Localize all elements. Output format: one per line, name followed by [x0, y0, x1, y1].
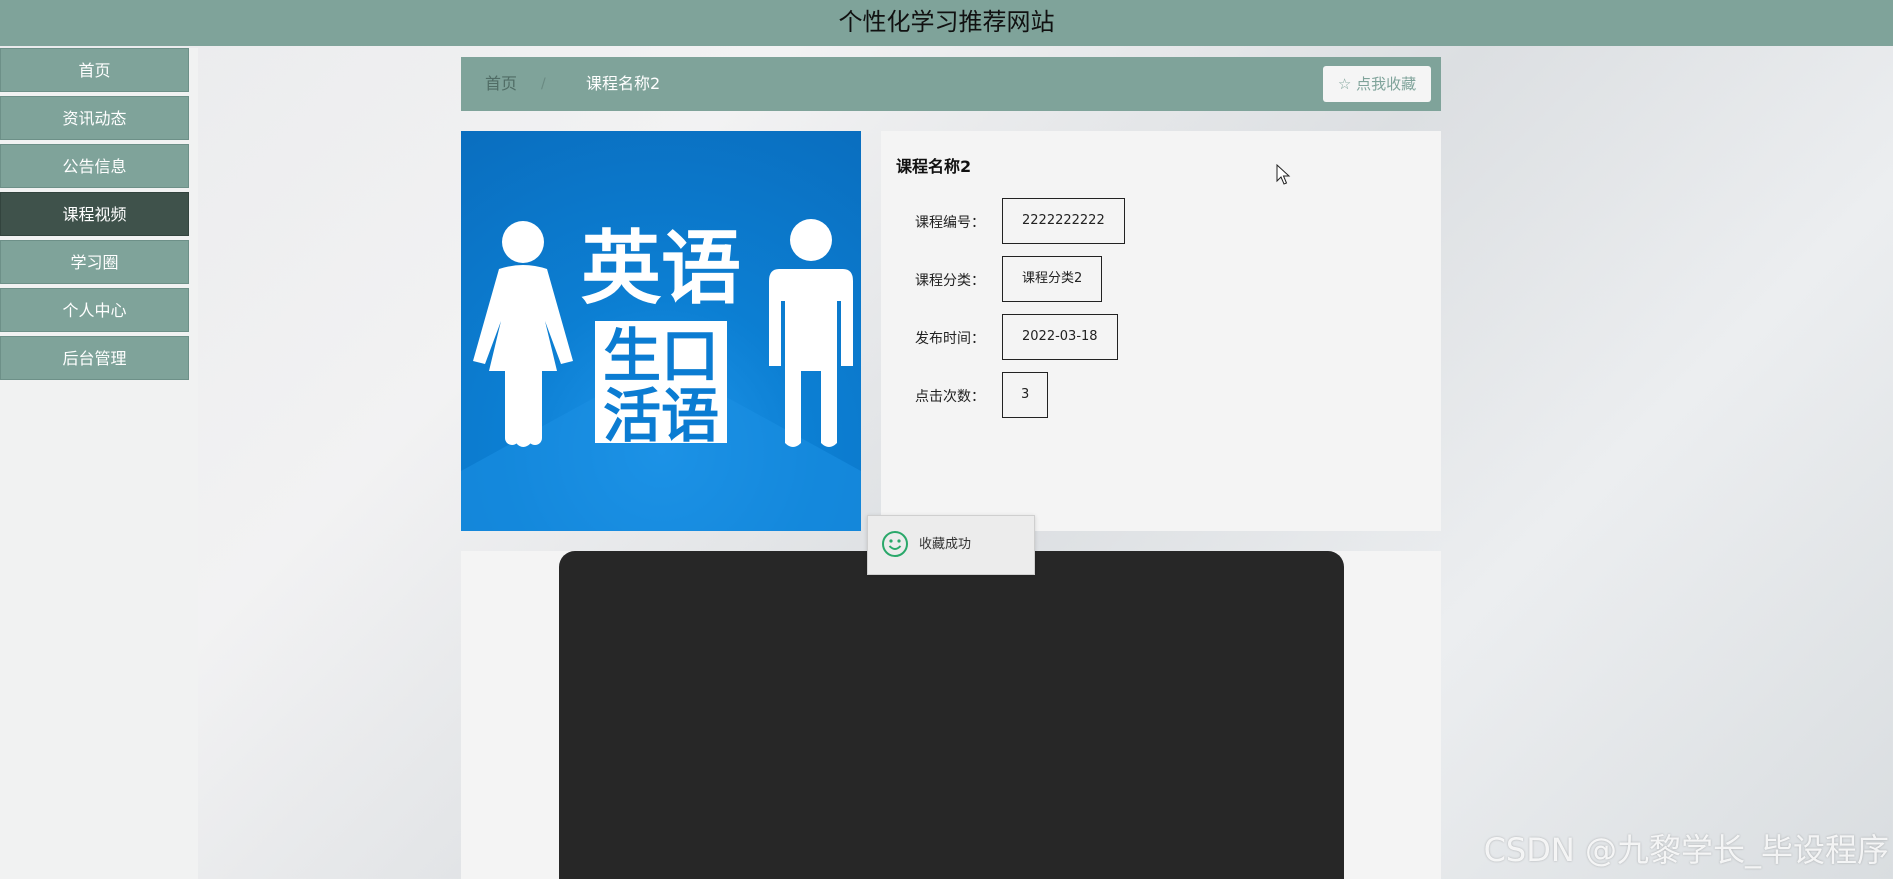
course-cover-image: 英语 生口 活语: [461, 131, 861, 531]
sidebar-item-home[interactable]: 首页: [0, 48, 189, 92]
favorite-button-label: 点我收藏: [1356, 75, 1417, 93]
man-figure: [769, 219, 853, 447]
watermark: CSDN @九黎学长_毕设程序: [1483, 831, 1889, 869]
video-player[interactable]: [559, 551, 1344, 879]
click-count-value: 3: [1002, 372, 1049, 418]
course-info-panel: 课程名称2 课程编号： 2222222222 课程分类： 课程分类2 发布时间：…: [881, 131, 1441, 531]
mouse-cursor-icon: [1276, 164, 1291, 185]
publish-date-value: 2022-03-18: [1002, 314, 1118, 360]
sidebar-item-notices[interactable]: 公告信息: [0, 144, 189, 188]
click-count-label: 点击次数：: [915, 389, 985, 405]
breadcrumb-current: 课程名称2: [586, 74, 661, 93]
course-number-label: 课程编号：: [915, 215, 985, 231]
sidebar-item-admin[interactable]: 后台管理: [0, 336, 189, 380]
sidebar-item-personal-center[interactable]: 个人中心: [0, 288, 189, 332]
smile-icon: [882, 531, 908, 557]
breadcrumb-separator: /: [541, 76, 546, 92]
cover-text-top: 英语: [581, 222, 741, 315]
site-title: 个性化学习推荐网站: [838, 8, 1055, 36]
video-section: [461, 551, 1441, 879]
sidebar-item-study-circle[interactable]: 学习圈: [0, 240, 189, 284]
woman-figure: [473, 221, 573, 447]
sidebar: 首页 资讯动态 公告信息 课程视频 学习圈 个人中心 后台管理: [0, 48, 198, 879]
course-title: 课程名称2: [896, 157, 972, 176]
course-category-value: 课程分类2: [1002, 256, 1103, 302]
star-outline-icon: ☆: [1337, 75, 1352, 93]
course-category-label: 课程分类：: [915, 273, 985, 289]
publish-date-label: 发布时间：: [915, 331, 985, 347]
cover-text-middle: 生口: [603, 322, 719, 390]
course-number-value: 2222222222: [1002, 198, 1125, 244]
favorite-button[interactable]: ☆ 点我收藏: [1323, 66, 1431, 102]
cover-text-bottom: 活语: [603, 382, 719, 450]
site-header: 个性化学习推荐网站: [0, 0, 1893, 46]
sidebar-item-news[interactable]: 资讯动态: [0, 96, 189, 140]
sidebar-item-course-videos[interactable]: 课程视频: [0, 192, 189, 236]
toast-message: 收藏成功: [919, 537, 972, 552]
breadcrumb: 首页 / 课程名称2 ☆ 点我收藏: [461, 57, 1441, 111]
toast-notification: 收藏成功: [867, 515, 1035, 575]
breadcrumb-home-link[interactable]: 首页: [485, 57, 517, 111]
